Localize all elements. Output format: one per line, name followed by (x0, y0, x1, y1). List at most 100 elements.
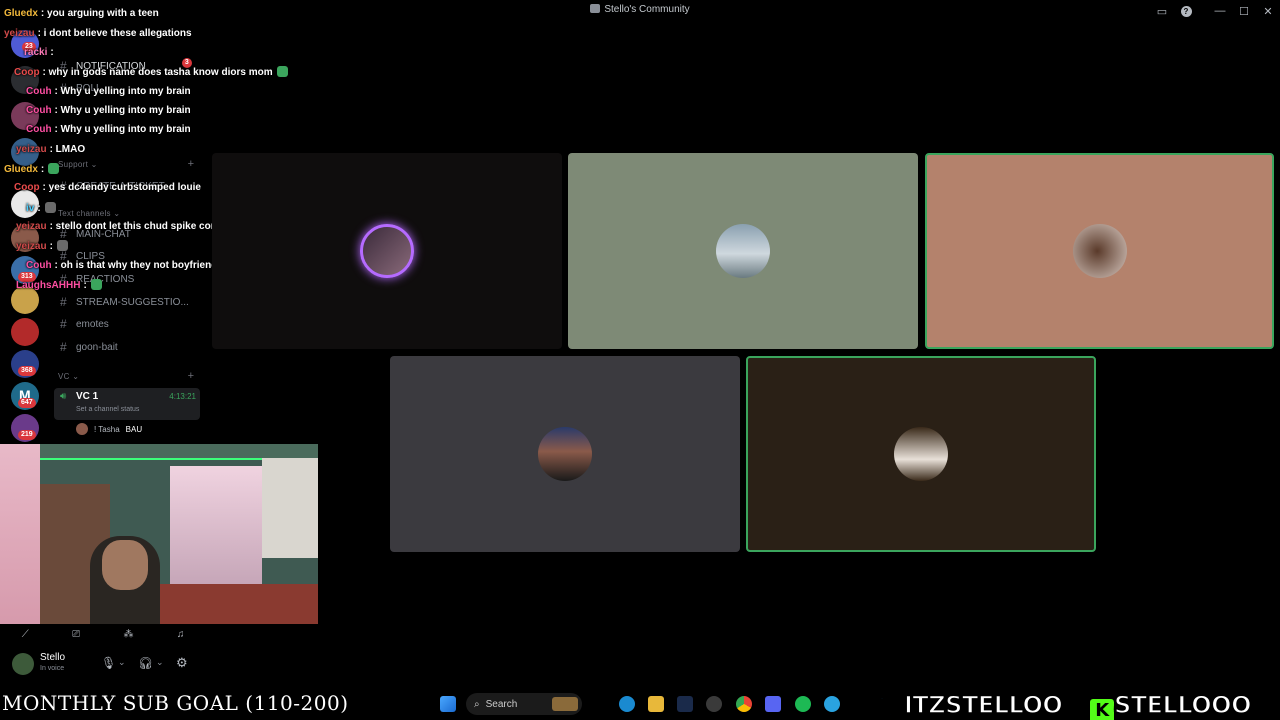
server-badge-4: 647 (18, 398, 36, 408)
twitter-text: ITZSTELLOO (903, 691, 1063, 719)
chat-user: Couh (26, 260, 52, 271)
category-label: Support (58, 160, 89, 169)
soundboard-icon[interactable]: ♫ (177, 629, 185, 640)
chevron-down-icon[interactable]: ⌄ (118, 657, 126, 668)
voice-channel-vc1[interactable]: 🔊︎ VC 1 4:13:21 Set a channel status (54, 388, 200, 420)
close-icon[interactable]: ✕ (1260, 3, 1276, 19)
discord-icon[interactable] (765, 696, 781, 712)
hash-icon: # (60, 317, 67, 331)
chat-text: : you arguing with a teen (40, 8, 159, 19)
webcam-screen (170, 466, 262, 584)
participant-avatar (716, 224, 770, 278)
video-tile-1[interactable] (212, 153, 562, 349)
server-badge-3: 368 (18, 366, 36, 376)
chat-text: : (49, 241, 53, 252)
vc-member-tag: BAU (125, 424, 143, 434)
file-explorer-icon[interactable] (648, 696, 664, 712)
maximize-icon[interactable]: ☐ (1236, 3, 1252, 19)
video-icon[interactable]: ⟋ (22, 629, 29, 640)
microphone-icon[interactable]: 🎙︎ (101, 656, 116, 670)
emote-icon (48, 163, 60, 174)
taskbar: MONTHLY SUB GOAL (110-200) ⌕ Search 🐦︎ITZ… (0, 688, 1280, 720)
telegram-icon[interactable] (824, 696, 840, 712)
vc-timer: 4:13:21 (169, 392, 196, 401)
chat-message: Couh: Why u yelling into my brain (26, 105, 191, 121)
participant-avatar (360, 224, 414, 278)
chat-user: Coop (14, 67, 40, 78)
vc-status[interactable]: Set a channel status (76, 406, 139, 413)
steam-icon[interactable] (677, 696, 693, 712)
search-box[interactable]: ⌕ Search (466, 693, 582, 715)
emote-icon (90, 279, 102, 290)
emote-icon (44, 202, 56, 213)
chat-message: Couh: Why u yelling into my brain (26, 86, 191, 102)
video-tile-5[interactable] (746, 356, 1096, 552)
category-support[interactable]: Support ⌄ (58, 160, 98, 169)
chat-message: racki: (24, 47, 54, 63)
avatar (76, 423, 88, 435)
avatar[interactable] (12, 653, 34, 675)
gear-icon[interactable]: ⚙ (176, 655, 188, 671)
chat-text: : why in gods name does tasha know diors… (42, 67, 273, 78)
participant-avatar (538, 427, 592, 481)
chat-text: : LMAO (49, 144, 86, 155)
chat-message: Coop: yes dc4endy curbstomped louie (14, 182, 201, 198)
participant-avatar (1072, 224, 1127, 278)
server-badge-5: 219 (18, 430, 36, 440)
chat-message: Gluedx: you arguing with a teen (4, 8, 159, 24)
channel-label: emotes (76, 318, 109, 330)
chat-message: yeizau: stello dont let this chud spike … (16, 221, 235, 237)
chat-user: racki (24, 47, 48, 58)
chat-message: iv: (26, 202, 56, 218)
chat-message: Couh: Why u yelling into my brain (26, 124, 191, 140)
app-root: Stello's Community ▭ ? — ☐ ✕ M 23 313 36… (0, 0, 1280, 720)
chevron-down-icon[interactable]: ⌄ (156, 657, 164, 668)
emote-icon (56, 240, 68, 251)
minimize-icon[interactable]: — (1212, 3, 1228, 19)
category-text[interactable]: Text channels ⌄ (58, 209, 120, 218)
spotify-icon[interactable] (795, 696, 811, 712)
window-title: Stello's Community (604, 4, 690, 15)
help-icon[interactable]: ? (1178, 3, 1194, 19)
chat-text: : Why u yelling into my brain (54, 124, 191, 135)
edge-icon[interactable] (619, 696, 635, 712)
app-icon[interactable] (706, 696, 722, 712)
username: Stello (40, 652, 66, 663)
screenshare-icon[interactable]: ⎚ (72, 629, 80, 640)
hash-icon: # (60, 295, 67, 309)
chat-message: Coop: why in gods name does tasha know d… (14, 66, 288, 82)
chat-text: : (50, 47, 54, 58)
channel-label: STREAM-SUGGESTIO... (76, 296, 189, 308)
add-vc-icon[interactable]: + (188, 370, 194, 382)
search-icon: ⌕ (474, 698, 480, 710)
video-tile-4[interactable] (390, 356, 740, 552)
chat-user: yeizau (4, 28, 35, 39)
headphones-icon[interactable]: 🎧︎ (138, 656, 153, 670)
webcam-door (262, 458, 318, 558)
webcam-curtain (0, 444, 40, 624)
chat-user: Coop (14, 182, 40, 193)
windows-start-icon[interactable] (440, 696, 456, 712)
channel-stream-suggestions[interactable]: # STREAM-SUGGESTIO... (60, 292, 200, 312)
chat-text: : Why u yelling into my brain (54, 105, 191, 116)
emote-icon (276, 66, 288, 77)
video-tile-3[interactable] (925, 153, 1274, 349)
chat-text: : (83, 280, 87, 291)
activity-icon[interactable]: ⁂ (123, 629, 133, 640)
inbox-icon[interactable]: ▭ (1154, 3, 1170, 19)
window-title-wrap: Stello's Community (0, 4, 1280, 15)
chrome-icon[interactable] (736, 696, 752, 712)
category-vc[interactable]: VC ⌄ (58, 372, 79, 381)
channel-emotes[interactable]: # emotes (60, 314, 200, 334)
server-icon-9[interactable] (11, 318, 39, 346)
webcam-overlay (0, 444, 318, 624)
speaker-icon: 🔊︎ (60, 391, 67, 402)
video-tile-2[interactable] (568, 153, 918, 349)
chat-message: yeizau: (16, 240, 68, 256)
chat-text: : yes dc4endy curbstomped louie (42, 182, 201, 193)
chat-message: yeizau: i dont believe these allegations (4, 28, 192, 44)
add-channel-icon[interactable]: + (188, 158, 194, 170)
channel-goon-bait[interactable]: # goon-bait (60, 337, 200, 357)
vc-member[interactable]: ! Tasha BAU (76, 422, 200, 436)
twitter-handle: 🐦︎ITZSTELLOO (873, 691, 1063, 719)
